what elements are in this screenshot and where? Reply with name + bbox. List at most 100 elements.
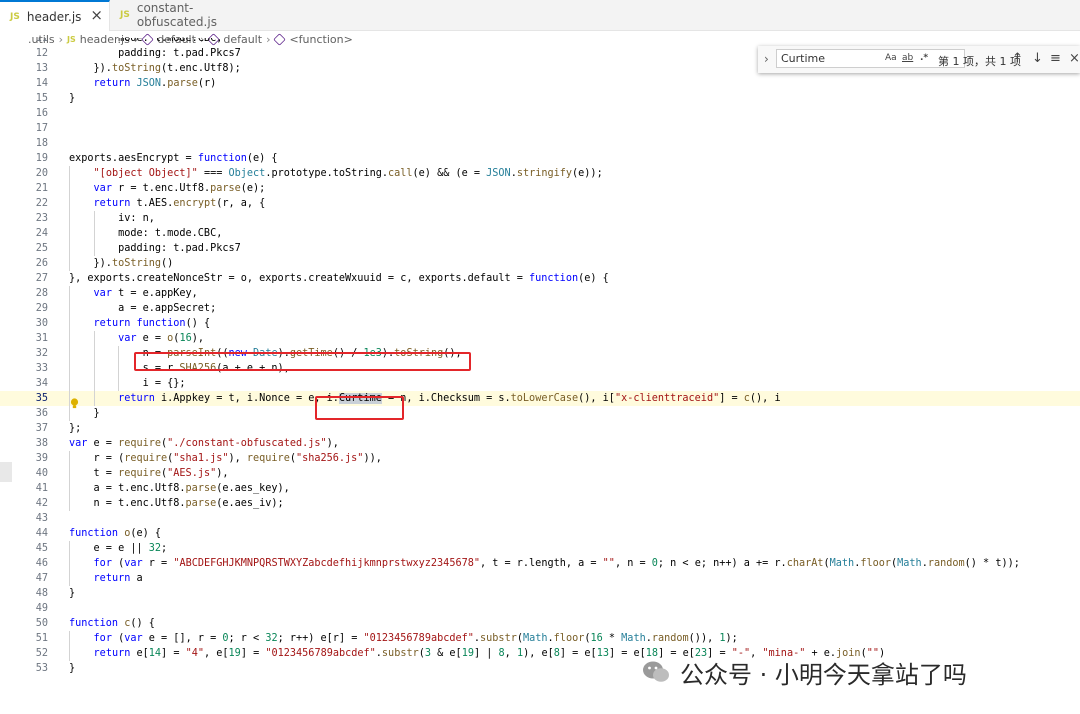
code-text[interactable]: }).toString() [69,256,174,271]
code-line[interactable]: 41 a = t.enc.Utf8.parse(e.aes_key), [0,481,1080,496]
line-number: 50 [35,618,48,629]
code-line[interactable]: 50 function c() { [0,616,1080,631]
code-text[interactable]: } [69,91,75,106]
code-line[interactable]: 17 [0,121,1080,136]
indent-guide [93,331,95,406]
code-line[interactable]: 21 var r = t.enc.Utf8.parse(e); [0,181,1080,196]
find-widget: › Aa ab .* 第 1 项，共 1 项 ↑ ↓ ≡ × [758,46,1080,73]
use-regex-button[interactable]: .* [920,53,928,63]
code-line[interactable]: 39 r = (require("sha1.js"), require("sha… [0,451,1080,466]
code-line[interactable]: 35 return i.Appkey = t, i.Nonce = e, i.C… [0,391,1080,406]
code-line[interactable]: 43 [0,511,1080,526]
code-text[interactable]: return JSON.parse(r) [69,76,217,91]
code-line[interactable]: 15} [0,91,1080,106]
code-text[interactable]: t = require("AES.js"), [69,466,229,481]
annotation-box-curtime-assignment [134,352,471,371]
code-text[interactable]: mode: t.mode.CBC, [69,38,222,46]
code-line[interactable]: 48} [0,586,1080,601]
code-text[interactable]: padding: t.pad.Pkcs7 [69,46,241,61]
code-text[interactable]: return a [69,571,143,586]
code-line[interactable]: 26 }).toString() [0,256,1080,271]
match-case-button[interactable]: Aa [885,53,897,63]
code-text[interactable]: }, exports.createNonceStr = o, exports.c… [69,271,609,286]
code-text[interactable]: iv: n, [69,211,155,226]
code-text[interactable]: var r = t.enc.Utf8.parse(e); [69,181,266,196]
code-text[interactable]: return t.AES.encrypt(r, a, { [69,196,266,211]
match-whole-word-button[interactable]: ab [902,53,913,63]
code-text[interactable]: padding: t.pad.Pkcs7 [69,241,241,256]
code-line[interactable]: 47 return a [0,571,1080,586]
tab-constant-obfuscated-js[interactable]: JS constant-obfuscated.js [110,0,262,30]
next-match-icon[interactable]: ↓ [1032,51,1043,66]
code-line[interactable]: 44 function o(e) { [0,526,1080,541]
code-line[interactable]: 16 [0,106,1080,121]
code-line[interactable]: 28 var t = e.appKey, [0,286,1080,301]
tab-header-js[interactable]: JS header.js × [0,0,110,31]
code-line[interactable]: 24 mode: t.mode.CBC, [0,226,1080,241]
code-text[interactable]: function o(e) { [69,526,161,541]
code-line[interactable]: 30 return function() { [0,316,1080,331]
code-text[interactable]: a = t.enc.Utf8.parse(e.aes_key), [69,481,290,496]
indent-guide [69,631,70,661]
previous-match-icon[interactable]: ↑ [1012,51,1023,66]
code-line[interactable]: 38 var e = require("./constant-obfuscated… [0,436,1080,451]
close-icon[interactable]: × [1069,51,1080,66]
code-text[interactable]: "[object Object]" === Object.prototype.t… [69,166,603,181]
match-count: 第 1 项，共 1 项 [938,55,1021,68]
code-line[interactable]: 45 e = e || 32; [0,541,1080,556]
code-text[interactable]: r = (require("sha1.js"), require("sha256… [69,451,382,466]
line-number: 29 [35,303,48,314]
code-line[interactable]: 37}; [0,421,1080,436]
code-text[interactable]: var t = e.appKey, [69,286,198,301]
code-line[interactable]: 46 for (var r = "ABCDEFGHJKMNPQRSTWXYZab… [0,556,1080,571]
code-line[interactable]: 19 exports.aesEncrypt = function(e) { [0,151,1080,166]
code-line[interactable]: 22 return t.AES.encrypt(r, a, { [0,196,1080,211]
code-line[interactable]: 34 i = {}; [0,376,1080,391]
annotation-box-curtime-usage [315,396,404,420]
code-line[interactable]: 20 "[object Object]" === Object.prototyp… [0,166,1080,181]
code-text[interactable]: exports.aesEncrypt = function(e) { [69,151,278,166]
code-line[interactable]: 11 mode: t.mode.CBC, [0,38,1080,46]
find-input[interactable] [776,49,965,68]
lightbulb-icon[interactable] [70,398,79,409]
code-text[interactable]: var e = require("./constant-obfuscated.j… [69,436,339,451]
code-line[interactable]: 18 [0,136,1080,151]
code-line[interactable]: 31 var e = o(16), [0,331,1080,346]
toggle-replace-chevron-icon[interactable]: › [764,52,769,66]
code-line[interactable]: 42 n = t.enc.Utf8.parse(e.aes_iv); [0,496,1080,511]
code-line[interactable]: 27}, exports.createNonceStr = o, exports… [0,271,1080,286]
code-text[interactable]: } [69,586,75,601]
code-text[interactable]: for (var r = "ABCDEFGHJKMNPQRSTWXYZabcde… [69,556,1020,571]
code-text[interactable]: function c() { [69,616,155,631]
indent-guide [118,346,120,391]
code-line[interactable]: 29 a = e.appSecret; [0,301,1080,316]
editor-tab-bar: JS header.js × JS constant-obfuscated.js [0,0,1080,31]
code-text[interactable]: mode: t.mode.CBC, [69,226,222,241]
code-text[interactable]: }; [69,421,81,436]
line-number: 38 [35,438,48,449]
code-line[interactable]: 25 padding: t.pad.Pkcs7 [0,241,1080,256]
code-text[interactable]: }).toString(t.enc.Utf8); [69,61,241,76]
line-number: 52 [35,648,48,659]
code-line[interactable]: 40 t = require("AES.js"), [0,466,1080,481]
code-line[interactable]: 14 return JSON.parse(r) [0,76,1080,91]
code-text[interactable]: e = e || 32; [69,541,168,556]
code-text[interactable]: return i.Appkey = t, i.Nonce = e, i.Curt… [69,391,781,406]
close-icon[interactable]: × [90,8,103,23]
code-text[interactable]: } [69,661,75,676]
code-line[interactable]: 23 iv: n, [0,211,1080,226]
code-text[interactable]: return function() { [69,316,211,331]
line-number: 19 [35,153,48,164]
find-in-selection-icon[interactable]: ≡ [1050,51,1061,66]
code-line[interactable]: 36 } [0,406,1080,421]
code-text[interactable]: for (var e = [], r = 0; r < 32; r++) e[r… [69,631,738,646]
code-text[interactable]: n = t.enc.Utf8.parse(e.aes_iv); [69,496,284,511]
code-line[interactable]: 51 for (var e = [], r = 0; r < 32; r++) … [0,631,1080,646]
code-editor[interactable]: 11 mode: t.mode.CBC, 12 padding: t.pad.Pk… [0,38,1080,714]
line-number: 20 [35,168,48,179]
code-text[interactable]: var e = o(16), [69,331,204,346]
code-line[interactable]: 49 [0,601,1080,616]
tab-label: constant-obfuscated.js [136,1,217,29]
code-text[interactable]: i = {}; [69,376,186,391]
code-text[interactable]: a = e.appSecret; [69,301,216,316]
